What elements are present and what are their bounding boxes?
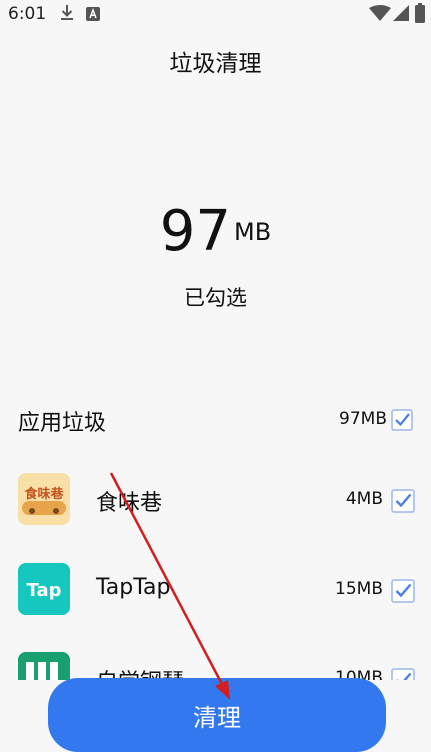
app-check-icon[interactable]	[391, 668, 415, 680]
wifi-icon	[369, 5, 391, 25]
selected-label: 已勾选	[184, 286, 247, 310]
status-bar: 6:01	[0, 0, 431, 28]
signal-icon	[393, 5, 409, 25]
page-title: 垃圾清理	[169, 51, 262, 77]
app-icon-shiweixiang: 食味巷	[18, 473, 70, 525]
app-size: 15MB	[335, 579, 383, 599]
list-item-app[interactable]: 自学钢琴 10MB	[0, 652, 431, 680]
app-icon-label: 食味巷	[24, 486, 64, 502]
app-check-icon[interactable]	[391, 489, 415, 513]
app-name: 食味巷	[96, 491, 163, 516]
category-name: 应用垃圾	[18, 411, 107, 436]
app-check-icon[interactable]	[391, 579, 415, 603]
app-name: TapTap	[96, 575, 171, 600]
app-icon-label: Tap	[27, 580, 62, 601]
category-size: 97MB	[339, 409, 387, 429]
app-icon-piano	[18, 652, 70, 680]
selected-size-value: 97	[159, 199, 232, 264]
app-icon-taptap: Tap	[18, 563, 70, 615]
download-icon	[60, 4, 74, 26]
notification-app-icon	[86, 6, 100, 25]
list-item-app[interactable]: 食味巷 食味巷 4MB	[0, 473, 431, 533]
selected-size-unit: MB	[234, 218, 272, 246]
category-row-app-junk[interactable]: 应用垃圾 97MB	[0, 405, 431, 437]
list-item-app[interactable]: Tap TapTap 15MB	[0, 563, 431, 623]
junk-list[interactable]: 应用垃圾 97MB 食味巷 食味巷 4MB Tap TapTap 15MB 10…	[0, 390, 431, 680]
app-size: 4MB	[345, 489, 383, 509]
category-check-icon[interactable]	[391, 409, 413, 431]
clean-button[interactable]: 清理	[48, 678, 386, 752]
battery-icon	[415, 3, 425, 27]
status-time: 6:01	[8, 4, 47, 24]
selected-size-summary: 97 MB	[0, 200, 431, 264]
